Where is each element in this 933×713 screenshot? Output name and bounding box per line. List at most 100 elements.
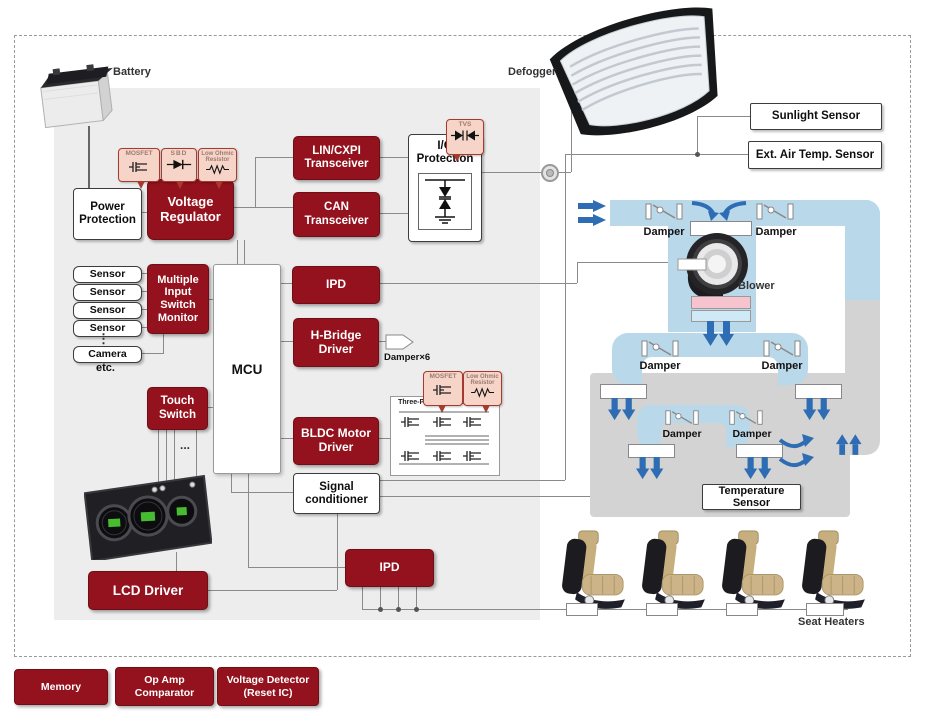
instrument-cluster-image (84, 474, 212, 560)
wire (232, 207, 293, 208)
multiple-input-switch-monitor-box: Multiple Input Switch Monitor (147, 264, 209, 334)
junction-dot (414, 607, 419, 612)
wire (248, 567, 345, 568)
automotive-hvac-block-diagram: Battery Power Protection Voltage Regulat… (0, 0, 933, 713)
connector-grommet-center (546, 169, 554, 177)
wire (206, 590, 337, 591)
damper-symbol-5 (664, 409, 700, 427)
seat-heater-element-4 (806, 603, 844, 616)
mosfet-callout-label: MOSFET (125, 151, 152, 158)
connector-grommet (541, 164, 559, 182)
wire (557, 172, 571, 173)
intake-curved-arrows (688, 200, 750, 222)
bldc-motor-driver-box: BLDC Motor Driver (293, 417, 379, 465)
vent-box-3 (628, 444, 675, 458)
wire (244, 240, 245, 265)
seat-heater-element-2 (646, 603, 678, 616)
wire (279, 438, 293, 439)
wire (378, 283, 577, 284)
sensor-box-2: Sensor (73, 284, 142, 301)
airflow-down-arrows (703, 320, 737, 348)
damper-x6-arrow (385, 333, 415, 351)
duct-right-upper (845, 200, 880, 312)
wire (565, 154, 566, 480)
vent-arrows-3 (636, 457, 666, 480)
resistor-icon (204, 164, 232, 175)
wire (378, 157, 408, 158)
ext-air-temp-sensor-box: Ext. Air Temp. Sensor (748, 141, 882, 169)
h-bridge-driver-box: H-Bridge Driver (293, 318, 379, 367)
damper-label-5: Damper (654, 428, 710, 440)
diode-icon (165, 158, 193, 171)
callout-tail (176, 181, 184, 189)
tvs-callout: TVS (446, 119, 484, 155)
heater-core (691, 296, 751, 309)
damper-symbol-6 (728, 409, 764, 427)
memory-chip: Memory (14, 669, 108, 705)
sunlight-sensor-box: Sunlight Sensor (750, 103, 882, 130)
blower-label: Blower (738, 280, 775, 292)
sensor-box-3: Sensor (73, 302, 142, 319)
wire (362, 585, 363, 610)
tvs-diode-stack-icon (419, 174, 471, 227)
vent-arrows-4 (744, 457, 774, 480)
air-inlet-arrows (578, 200, 608, 226)
wire (231, 492, 293, 493)
damper-symbol-3 (640, 339, 680, 359)
wire (237, 240, 238, 265)
wire (141, 353, 163, 354)
sbd-callout-label: SBD (171, 151, 188, 158)
temperature-sensor-box: Temperature Sensor (702, 484, 801, 510)
mosfet-callout: MOSFET (118, 148, 160, 182)
seat-image-3 (712, 527, 792, 613)
damper-label-3: Damper (632, 360, 688, 372)
wire (88, 126, 90, 188)
damper-x6-label: Damper×6 (384, 352, 430, 363)
seat-image-1 (552, 527, 632, 613)
defogger-label: Defogger (508, 66, 556, 78)
low-ohmic-resistor-callout-2: Low Ohmic Resistor (463, 371, 502, 406)
wire (337, 512, 338, 590)
vent-arrows-2 (803, 398, 833, 421)
vent-box-2 (795, 384, 842, 399)
callout-tail (482, 405, 490, 413)
ipd-box-2: IPD (345, 549, 434, 587)
ipd-box-1: IPD (292, 266, 380, 304)
wire (255, 157, 256, 208)
mosfet-callout-2: MOSFET (423, 371, 463, 406)
callout-tail (438, 405, 446, 413)
wire (480, 172, 541, 173)
io-protection-circuit (418, 173, 472, 230)
battery-image (28, 58, 118, 134)
junction-dot (396, 607, 401, 612)
inverter-circuit-icon (391, 406, 495, 470)
low-ohmic-label: Low Ohmic Resistor (201, 151, 233, 164)
lcd-driver-box: LCD Driver (88, 571, 208, 610)
wire (577, 262, 578, 283)
touch-wire-dots: ... (180, 438, 190, 452)
blower-image (677, 228, 753, 304)
junction-dot (695, 152, 700, 157)
return-up-arrows (836, 426, 864, 464)
lin-cxpi-transceiver-box: LIN/CXPI Transceiver (293, 136, 380, 180)
damper-label-2: Damper (748, 226, 804, 238)
camera-box: Camera (73, 346, 142, 363)
callout-tail (137, 181, 145, 189)
damper-label-6: Damper (724, 428, 780, 440)
op-amp-comparator-chip: Op Amp Comparator (115, 667, 214, 706)
wire (248, 472, 249, 567)
wire (279, 341, 293, 342)
seat-heater-element-3 (726, 603, 758, 616)
wire (378, 213, 408, 214)
seat-image-4 (792, 527, 872, 613)
wire (565, 154, 748, 155)
vertical-dots: ⋮ (97, 331, 110, 347)
recirculation-arrows (776, 432, 818, 476)
junction-dot (378, 607, 383, 612)
damper-symbol-4 (762, 339, 802, 359)
voltage-detector-chip: Voltage Detector (Reset IC) (217, 667, 319, 706)
callout-tail (453, 154, 461, 162)
tvs-icon (450, 129, 480, 142)
seat-heaters-label: Seat Heaters (798, 616, 865, 628)
mosfet-icon (127, 158, 151, 175)
